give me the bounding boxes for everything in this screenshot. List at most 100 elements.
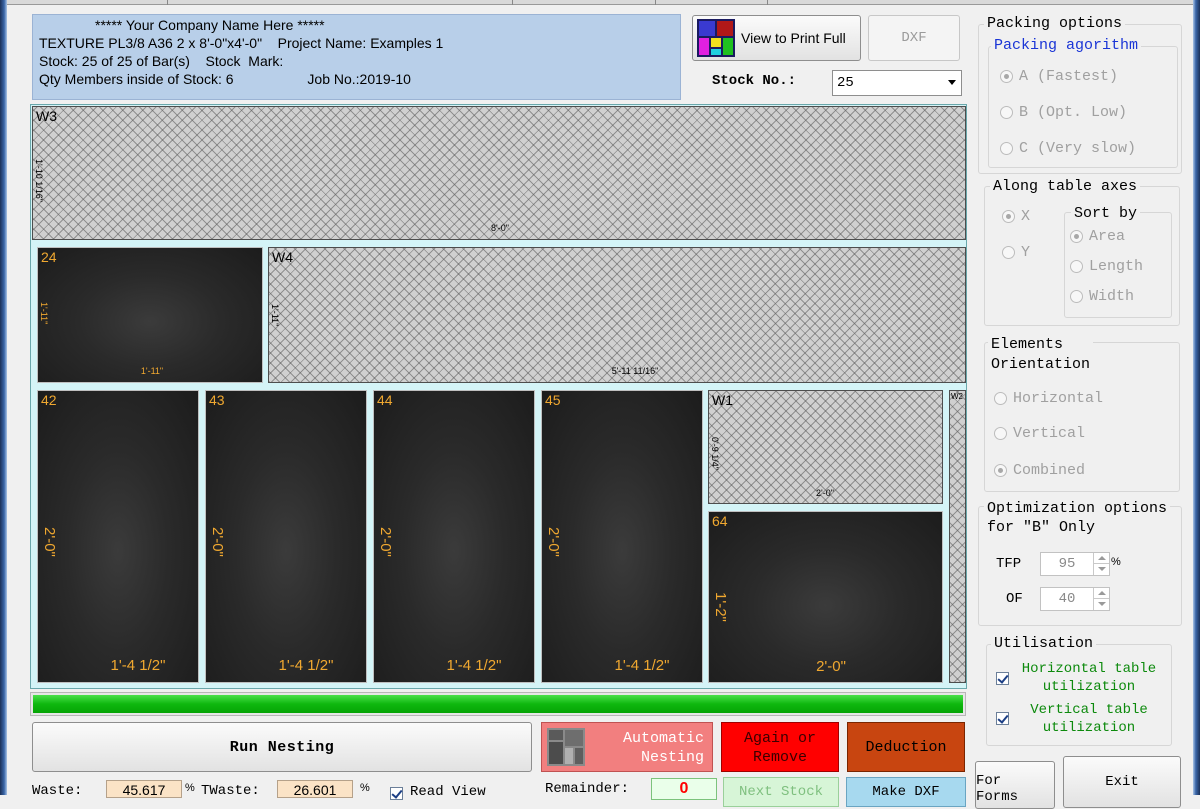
window-frame-left — [0, 0, 7, 795]
twaste-value: 26.601 — [277, 780, 353, 798]
piece-width-dim: 1'-4 1/2" — [446, 657, 502, 674]
print-preview-icon — [697, 19, 735, 57]
algorithm-b-label: B (Opt. Low) — [1019, 104, 1128, 121]
nesting-canvas[interactable]: W3 8'-0" 1'-10 1/16" 24 1'-11" 1'-11" W4… — [30, 104, 967, 689]
waste-label: Waste: — [32, 783, 83, 799]
vertical-utilization-line1: Vertical table — [1030, 702, 1148, 718]
dxf-button[interactable]: DXF — [868, 15, 960, 61]
automatic-nesting-button[interactable]: Automatic Nesting — [541, 722, 713, 772]
packing-options-title: Packing options — [984, 15, 1126, 32]
deduction-button[interactable]: Deduction — [847, 722, 965, 772]
sort-area-label: Area — [1089, 228, 1126, 245]
sort-width-label: Width — [1089, 288, 1135, 305]
vertical-utilization-checkbox[interactable] — [996, 712, 1009, 725]
part-piece[interactable]: 43 1'-4 1/2" 2'-0" — [205, 390, 367, 683]
run-nesting-label: Run Nesting — [229, 738, 335, 756]
progress-fill — [33, 695, 963, 713]
of-label: OF — [1006, 591, 1023, 607]
again-or-remove-button[interactable]: Again or Remove — [721, 722, 839, 772]
for-label: For — [976, 773, 1002, 789]
sort-area-radio[interactable]: Area — [1070, 228, 1125, 245]
elements-orientation-title: Elements Orientation — [988, 335, 1094, 375]
spin-up-icon[interactable] — [1093, 553, 1109, 564]
piece-id: 45 — [545, 392, 561, 408]
exit-button[interactable]: Exit — [1063, 756, 1181, 808]
orientation-horizontal-radio[interactable]: Horizontal — [994, 390, 1103, 407]
piece-id: W4 — [272, 249, 293, 265]
radio-icon — [1002, 246, 1015, 259]
waste-piece[interactable]: W1 2'-0" 0'-9 1/4" — [708, 390, 943, 504]
algorithm-b-radio[interactable]: B (Opt. Low) — [1000, 104, 1127, 121]
part-piece[interactable]: 45 1'-4 1/2" 2'-0" — [541, 390, 703, 683]
part-piece[interactable]: 42 1'-4 1/2" 2'-0" — [37, 390, 199, 683]
next-stock-label: Next Stock — [738, 784, 823, 800]
algorithm-c-label: C (Very slow) — [1019, 140, 1137, 157]
of-spinner[interactable]: 40 — [1040, 587, 1110, 611]
tfp-label: TFP — [996, 556, 1022, 572]
next-stock-button[interactable]: Next Stock — [723, 777, 839, 807]
piece-height-dim: 2'-0" — [545, 527, 562, 557]
sort-by-title: Sort by — [1071, 205, 1141, 222]
deduction-label: Deduction — [865, 738, 947, 756]
horizontal-utilization-checkbox[interactable] — [996, 672, 1009, 685]
stock-no-label: Stock No.: — [712, 73, 797, 89]
nesting-progress-bar — [30, 692, 966, 716]
twaste-percent: % — [360, 782, 370, 794]
radio-icon — [1070, 290, 1083, 303]
twaste-label: TWaste: — [201, 783, 260, 799]
waste-value: 45.617 — [106, 780, 182, 798]
piece-id: 64 — [712, 513, 728, 529]
sort-width-radio[interactable]: Width — [1070, 288, 1134, 305]
vertical-utilization-line2: utilization — [1042, 720, 1136, 736]
spin-down-icon[interactable] — [1093, 599, 1109, 610]
tfp-spinner[interactable]: 95 — [1040, 552, 1110, 576]
piece-height-dim: 1'-11" — [39, 302, 49, 325]
horizontal-utilization-line1: Horizontal table — [1021, 661, 1157, 677]
orientation-combined-radio[interactable]: Combined — [994, 462, 1085, 479]
part-piece[interactable]: 64 2'-0" 1'-2" — [708, 511, 943, 683]
view-to-print-button[interactable]: View to Print Full — [692, 15, 861, 61]
exit-label: Exit — [1105, 774, 1139, 790]
read-view-checkbox[interactable] — [390, 787, 403, 800]
waste-piece[interactable]: W4 5'-11 11/16" 1'-11" — [268, 247, 966, 383]
algorithm-c-radio[interactable]: C (Very slow) — [1000, 140, 1136, 157]
radio-icon — [1000, 142, 1013, 155]
stock-line: Stock: 25 of 25 of Bar(s) Stock Mark: — [39, 53, 284, 69]
piece-width-dim: 1'-4 1/2" — [614, 657, 670, 674]
radio-icon — [1070, 260, 1083, 273]
part-piece[interactable]: 24 1'-11" 1'-11" — [37, 247, 263, 383]
piece-width-dim: 1'-4 1/2" — [278, 657, 334, 674]
waste-percent: % — [185, 782, 195, 794]
algorithm-a-radio[interactable]: A (Fastest) — [1000, 68, 1118, 85]
algorithm-a-label: A (Fastest) — [1019, 68, 1119, 85]
for-forms-button[interactable]: For Forms — [975, 761, 1055, 809]
orientation-combined-label: Combined — [1013, 462, 1086, 479]
waste-piece[interactable]: W3 8'-0" 1'-10 1/16" — [32, 106, 966, 240]
piece-width-dim: 8'-0" — [491, 223, 509, 233]
stock-no-select[interactable]: 25 — [832, 70, 962, 96]
dropdown-arrow-icon — [948, 80, 956, 85]
part-piece[interactable]: 44 1'-4 1/2" 2'-0" — [373, 390, 535, 683]
waste-piece[interactable]: W2 — [949, 390, 966, 683]
again-label: Again or — [743, 730, 816, 747]
piece-height-dim: 1'-11" — [270, 304, 280, 327]
piece-width-dim: 5'-11 11/16" — [611, 366, 659, 376]
piece-height-dim: 1'-2" — [712, 592, 729, 622]
piece-id: 42 — [41, 392, 57, 408]
spin-up-icon[interactable] — [1093, 588, 1109, 599]
make-dxf-button[interactable]: Make DXF — [846, 777, 966, 807]
run-nesting-button[interactable]: Run Nesting — [32, 722, 532, 772]
spin-down-icon[interactable] — [1093, 564, 1109, 575]
sort-length-radio[interactable]: Length — [1070, 258, 1143, 275]
axis-y-radio[interactable]: Y — [1002, 244, 1030, 261]
optimization-title-line1: Optimization options — [987, 500, 1168, 517]
axis-x-radio[interactable]: X — [1002, 208, 1030, 225]
piece-height-dim: 2'-0" — [209, 527, 226, 557]
radio-icon — [1000, 106, 1013, 119]
remainder-value: 0 — [651, 778, 717, 800]
radio-icon — [994, 427, 1007, 440]
orientation-horizontal-label: Horizontal — [1013, 390, 1104, 407]
view-to-print-label: View to Print Full — [741, 30, 846, 46]
dxf-label: DXF — [901, 30, 927, 46]
orientation-vertical-radio[interactable]: Vertical — [994, 425, 1085, 442]
